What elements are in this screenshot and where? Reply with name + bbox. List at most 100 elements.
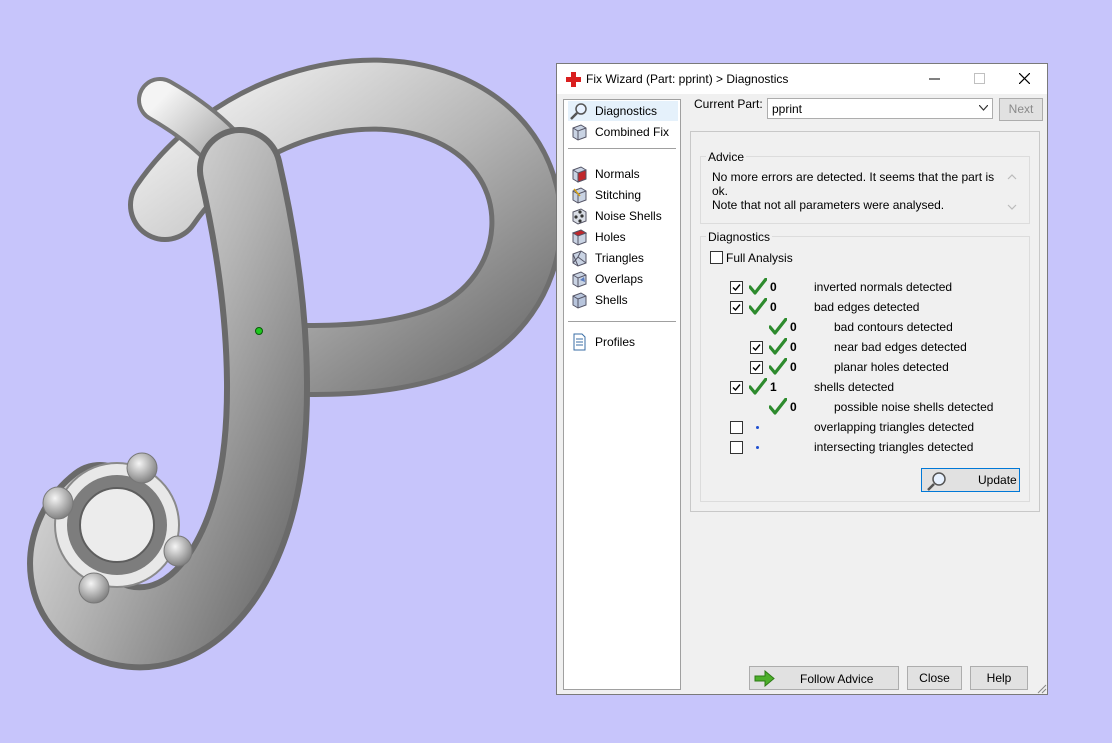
current-part-select[interactable]: pprint (767, 98, 993, 119)
diagnostic-label: inverted normals detected (814, 280, 953, 294)
sidebar-item-label: Overlaps (595, 272, 644, 286)
sidebar-item-combined-fix[interactable]: Combined Fix (568, 122, 678, 142)
diagnostic-label: near bad edges detected (834, 340, 967, 354)
cube-stitch-icon (572, 187, 587, 204)
diagnostic-label: shells detected (814, 380, 895, 394)
sidebar-item-diagnostics[interactable]: Diagnostics (568, 101, 678, 121)
diagnostic-count: 0 (790, 340, 797, 354)
maximize-button[interactable] (957, 64, 1003, 94)
diagnostic-count: 0 (790, 360, 797, 374)
sidebar: Diagnostics Combined Fix Normals Stitchi… (563, 99, 681, 690)
sidebar-item-label: Diagnostics (595, 104, 658, 118)
sidebar-item-label: Holes (595, 230, 626, 244)
diagnostic-label: intersecting triangles detected (814, 440, 974, 454)
checkmark-icon (732, 284, 741, 292)
3d-viewport[interactable] (0, 0, 564, 740)
diagnostic-count: 0 (770, 280, 777, 294)
model-render[interactable] (0, 0, 564, 740)
diagnostic-checkbox[interactable] (730, 381, 743, 394)
diagnostic-checkbox[interactable] (730, 441, 743, 454)
checkmark-icon (752, 344, 761, 352)
diagnostic-checkbox[interactable] (730, 301, 743, 314)
next-button[interactable]: Next (999, 98, 1043, 121)
chevron-down-icon (1007, 204, 1017, 210)
pending-dot-icon (756, 426, 759, 429)
green-check-icon (749, 298, 767, 315)
cube-triangles-icon (572, 250, 587, 267)
checkmark-icon (732, 304, 741, 312)
sidebar-item-profiles[interactable]: Profiles (568, 332, 678, 352)
close-button[interactable]: Close (907, 666, 962, 690)
diagnostic-label: overlapping triangles detected (814, 420, 975, 434)
full-analysis-checkbox[interactable] (710, 251, 723, 264)
sidebar-item-normals[interactable]: Normals (568, 164, 678, 184)
sidebar-item-stitching[interactable]: Stitching (568, 185, 678, 205)
dialog-title: Fix Wizard (Part: pprint) > Diagnostics (586, 72, 789, 86)
follow-advice-label: Follow Advice (800, 672, 874, 686)
chevron-down-icon (979, 105, 988, 111)
diagnostic-label: bad edges detected (814, 300, 920, 314)
diagnostic-count: 0 (770, 300, 777, 314)
diagnostic-checkbox[interactable] (750, 361, 763, 374)
diagnostic-checkbox[interactable] (750, 341, 763, 354)
diagnostic-count: 0 (790, 320, 797, 334)
cube-overlap-icon (572, 271, 587, 288)
sidebar-item-label: Noise Shells (595, 209, 662, 223)
sidebar-item-label: Profiles (595, 335, 636, 349)
minimize-icon (929, 78, 940, 80)
chevron-up-icon (1007, 174, 1017, 180)
green-check-icon (769, 318, 787, 335)
green-check-icon (769, 338, 787, 355)
diagnostic-count: 0 (790, 400, 797, 414)
advice-text: No more errors are detected. It seems th… (712, 170, 1002, 212)
diagnostic-label: planar holes detected (834, 360, 949, 374)
update-button[interactable]: Update (921, 468, 1020, 492)
magnifier-icon (570, 103, 587, 120)
diagnostic-checkbox[interactable] (730, 281, 743, 294)
close-window-button[interactable] (1002, 64, 1048, 94)
document-icon (573, 333, 586, 351)
title-bar[interactable]: Fix Wizard (Part: pprint) > Diagnostics (557, 64, 1047, 94)
sidebar-item-holes[interactable]: Holes (568, 227, 678, 247)
sidebar-item-label: Normals (595, 167, 640, 181)
advice-line-2: Note that not all parameters were analys… (712, 198, 945, 212)
diagnostic-label: possible noise shells detected (834, 400, 994, 414)
sidebar-item-label: Stitching (595, 188, 642, 202)
minimize-button[interactable] (912, 64, 958, 94)
magnifier-icon (927, 472, 946, 491)
diagnostic-checkbox[interactable] (730, 421, 743, 434)
arrow-right-icon (754, 670, 775, 687)
green-check-icon (769, 398, 787, 415)
checkmark-icon (752, 364, 761, 372)
resize-grip-icon[interactable] (1037, 684, 1047, 694)
help-button[interactable]: Help (970, 666, 1028, 690)
diagnostic-label: bad contours detected (834, 320, 953, 334)
advice-title: Advice (706, 150, 747, 164)
full-analysis-label: Full Analysis (726, 251, 793, 265)
selection-marker (255, 327, 263, 335)
sidebar-item-overlaps[interactable]: Overlaps (568, 269, 678, 289)
sidebar-item-triangles[interactable]: Triangles (568, 248, 678, 268)
sidebar-item-label: Shells (595, 293, 628, 307)
sidebar-item-label: Triangles (595, 251, 644, 265)
current-part-label: Current Part: (694, 97, 763, 111)
sidebar-item-noise-shells[interactable]: Noise Shells (568, 206, 678, 226)
close-icon (1019, 73, 1030, 84)
sidebar-item-shells[interactable]: Shells (568, 290, 678, 310)
advice-scrollbar[interactable] (1004, 169, 1020, 217)
cube-shells-icon (572, 292, 587, 309)
green-check-icon (769, 358, 787, 375)
advice-line-1: No more errors are detected. It seems th… (712, 170, 995, 198)
pending-dot-icon (756, 446, 759, 449)
red-cross-icon (566, 72, 581, 87)
green-check-icon (749, 278, 767, 295)
update-label: Update (978, 473, 1017, 487)
green-check-icon (749, 378, 767, 395)
follow-advice-button[interactable]: Follow Advice (749, 666, 899, 690)
diagnostic-count: 1 (770, 380, 777, 394)
checkmark-icon (732, 384, 741, 392)
maximize-icon (974, 73, 985, 84)
cube-dots-icon (572, 208, 587, 225)
cube-icon (572, 124, 587, 141)
current-part-value: pprint (772, 102, 803, 116)
